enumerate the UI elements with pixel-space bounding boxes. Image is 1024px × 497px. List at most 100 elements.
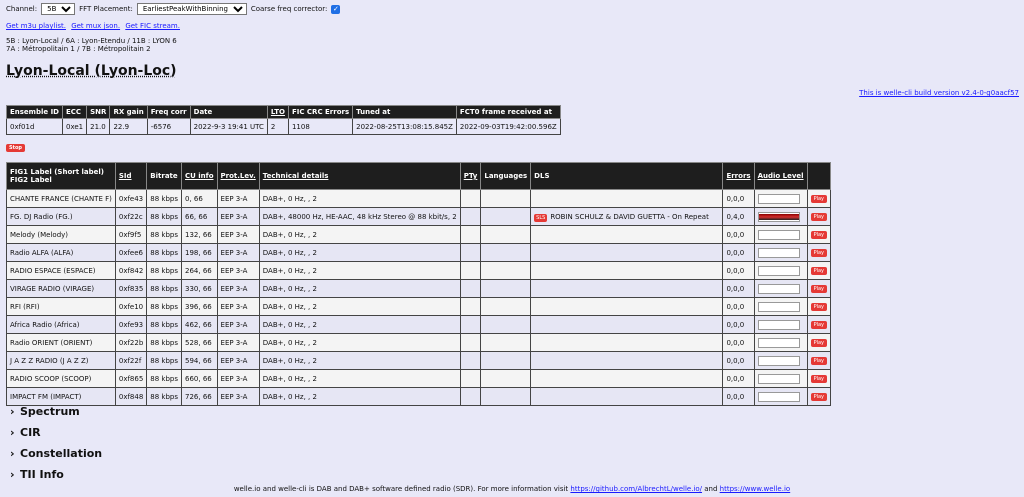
service-play: Play [806, 315, 832, 334]
play-button[interactable]: Play [810, 375, 827, 383]
channel-label: Channel: [6, 5, 38, 13]
service-dls [530, 189, 724, 208]
col-audio-level[interactable]: Audio Level [753, 162, 808, 190]
play-button[interactable]: Play [810, 231, 827, 239]
service-play: Play [806, 333, 832, 352]
service-cu-info: 726, 66 [181, 387, 218, 406]
fft-placement-select[interactable]: EarliestPeakWithBinning [136, 3, 247, 15]
service-tech: DAB+, 0 Hz, , 2 [258, 297, 461, 316]
service-prot-lev: EEP 3-A [216, 279, 260, 298]
audio-level-bar [757, 193, 800, 204]
m3u-playlist-link[interactable]: Get m3u playlist. [6, 22, 66, 30]
service-sid: 0xf22b [114, 333, 148, 352]
service-languages [480, 297, 532, 316]
stop-button[interactable]: Stop [6, 144, 26, 152]
service-play: Play [806, 387, 832, 406]
play-button[interactable]: Play [810, 249, 827, 257]
section-toggle[interactable]: › Spectrum [10, 401, 102, 422]
table-row: FG. DJ Radio (FG.) 0xf22c 88 kbps 66, 66 EEP… [6, 207, 832, 226]
service-languages [480, 279, 532, 298]
table-row: Radio ALFA (ALFA) 0xfee6 88 kbps 198, 66 EEP… [6, 243, 832, 262]
ensemble-header: FCT0 frame received at [455, 105, 561, 119]
play-button[interactable]: Play [810, 303, 827, 311]
ensemble-value: 0xf01d [6, 118, 63, 135]
service-sid: 0xf848 [114, 387, 148, 406]
ensemble-value: 0xe1 [61, 118, 88, 135]
section-toggle[interactable]: › CIR [10, 422, 102, 443]
play-button[interactable]: Play [810, 213, 827, 221]
section-title: TII Info [20, 468, 64, 481]
play-button[interactable]: Play [810, 321, 827, 329]
service-pty [459, 243, 482, 262]
section-toggle[interactable]: › TII Info [10, 464, 102, 485]
col-cu-info[interactable]: CU info [181, 162, 218, 190]
services-table: FIG1 Label (Short label) FIG2 Label SId B… [6, 162, 832, 406]
section-title: Spectrum [20, 405, 80, 418]
service-prot-lev: EEP 3-A [216, 189, 260, 208]
ensemble-header: ECC [61, 105, 88, 119]
service-play: Play [806, 351, 832, 370]
service-label: FG. DJ Radio (FG.) [6, 207, 116, 226]
service-pty [459, 369, 482, 388]
service-cu-info: 396, 66 [181, 297, 218, 316]
col-technical-details[interactable]: Technical details [258, 162, 461, 190]
section-title: Constellation [20, 447, 103, 460]
play-button[interactable]: Play [810, 285, 827, 293]
service-dls [530, 297, 724, 316]
play-button[interactable]: Play [810, 339, 827, 347]
service-cu-info: 330, 66 [181, 279, 218, 298]
website-link[interactable]: https://www.welle.io [720, 485, 791, 493]
coarse-freq-checkbox[interactable]: ✓ [331, 4, 341, 14]
footer-and: and [704, 485, 718, 493]
service-sid: 0xf835 [114, 279, 148, 298]
github-link[interactable]: https://github.com/AlbrechtL/welle.io/ [570, 485, 702, 493]
table-row: Melody (Melody) 0xf9f5 88 kbps 132, 66 EEP 3… [6, 225, 832, 244]
table-row: CHANTE FRANCE (CHANTE F) 0xfe43 88 kbps 0, … [6, 189, 832, 208]
ensemble-header[interactable]: LTO [266, 105, 289, 119]
service-dls [530, 333, 724, 352]
mux-json-link[interactable]: Get mux json. [71, 22, 120, 30]
service-play: Play [806, 369, 832, 388]
service-label: Melody (Melody) [6, 225, 116, 244]
dls-text: ROBIN SCHULZ & DAVID GUETTA - On Repeat [550, 212, 709, 221]
service-prot-lev: EEP 3-A [216, 369, 260, 388]
section-toggle[interactable]: › Constellation [10, 443, 102, 464]
table-row: RADIO SCOOP (SCOOP) 0xf865 88 kbps 660, 66 E… [6, 369, 832, 388]
service-languages [480, 189, 532, 208]
service-pty [459, 261, 482, 280]
service-play: Play [806, 207, 832, 226]
service-languages [480, 351, 532, 370]
channel-select[interactable]: 5B [41, 3, 76, 15]
service-pty [459, 279, 482, 298]
service-errors: 0,0,0 [722, 225, 755, 244]
table-row: RADIO ESPACE (ESPACE) 0xf842 88 kbps 264, 6… [6, 261, 832, 280]
service-errors: 0,0,0 [722, 189, 755, 208]
service-prot-lev: EEP 3-A [216, 297, 260, 316]
table-row: Radio ORIENT (ORIENT) 0xf22b 88 kbps 528, 6… [6, 333, 832, 352]
play-button[interactable]: Play [810, 357, 827, 365]
col-errors[interactable]: Errors [722, 162, 755, 190]
col-prot-lev[interactable]: Prot.Lev. [216, 162, 260, 190]
sls-button[interactable]: SLS [534, 213, 548, 222]
fic-stream-link[interactable]: Get FIC stream. [125, 22, 180, 30]
play-button[interactable]: Play [810, 393, 827, 401]
play-button[interactable]: Play [810, 267, 827, 275]
service-sid: 0xf22c [114, 207, 148, 226]
service-dls [530, 351, 724, 370]
service-pty [459, 297, 482, 316]
service-languages [480, 315, 532, 334]
col-play [806, 162, 832, 190]
table-row: J A Z Z RADIO (J A Z Z) 0xf22f 88 kbps 594,… [6, 351, 832, 370]
col-sid[interactable]: SId [114, 162, 148, 190]
build-version-link[interactable]: This is welle-cli build version v2.4-0-g… [859, 89, 1019, 97]
service-pty [459, 207, 482, 226]
service-tech: DAB+, 0 Hz, , 2 [258, 243, 461, 262]
service-sid: 0xfe43 [114, 189, 148, 208]
service-tech: DAB+, 0 Hz, , 2 [258, 387, 461, 406]
service-languages [480, 261, 532, 280]
play-button[interactable]: Play [810, 195, 827, 203]
chevron-right-icon: › [10, 447, 15, 460]
audio-level-bar [757, 355, 800, 366]
col-pty[interactable]: PTy [459, 162, 482, 190]
service-audio-level [753, 297, 808, 316]
